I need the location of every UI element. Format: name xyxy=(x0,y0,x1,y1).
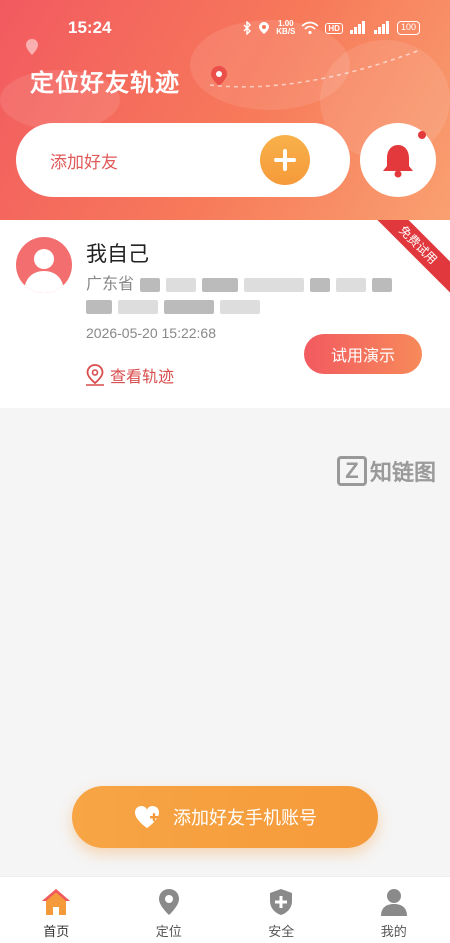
heart-plus-icon xyxy=(135,806,159,828)
plus-icon xyxy=(274,149,296,171)
redacted-block xyxy=(244,277,305,292)
tab-mine[interactable]: 我的 xyxy=(338,877,450,943)
trial-demo-button[interactable]: 试用演示 xyxy=(304,334,422,374)
add-phone-account-button[interactable]: 添加好友手机账号 xyxy=(72,786,378,848)
redacted-block xyxy=(86,299,112,314)
address-line xyxy=(86,296,260,315)
hd-badge: HD xyxy=(325,22,343,34)
view-track-label: 查看轨迹 xyxy=(110,367,175,386)
add-friend-label: 添加好友 xyxy=(50,152,118,173)
add-friend-button[interactable] xyxy=(260,135,310,185)
status-bar: 15:24 1.00 KB/S HD 100 xyxy=(0,0,450,56)
redacted-block xyxy=(118,299,158,314)
watermark-mark: Z xyxy=(337,456,367,486)
page-title: 定位好友轨迹 xyxy=(30,69,180,97)
redacted-block xyxy=(310,277,331,292)
view-track-link[interactable]: 查看轨迹 xyxy=(84,363,174,387)
person-icon xyxy=(24,249,64,293)
watermark-text: 知链图 xyxy=(370,461,437,486)
net-speed-unit: KB/S xyxy=(276,27,296,36)
redacted-block xyxy=(166,277,197,292)
battery-indicator: 100 xyxy=(396,21,420,35)
redacted-block xyxy=(220,299,260,314)
avatar xyxy=(16,237,72,293)
redacted-block xyxy=(140,277,161,292)
address-line: 广东省 xyxy=(86,270,393,294)
tab-home[interactable]: 首页 xyxy=(0,877,113,943)
bottom-tab-bar: 首页 定位 安全 我的 xyxy=(0,876,450,943)
signal-icon xyxy=(349,20,367,36)
redacted-block xyxy=(202,277,239,292)
status-icons: 1.00 KB/S HD 100 xyxy=(242,20,420,36)
location-pin-icon xyxy=(86,364,104,386)
location-pin-icon xyxy=(158,889,179,915)
tab-label: 安全 xyxy=(268,925,295,940)
notification-button[interactable] xyxy=(360,123,436,197)
person-icon xyxy=(380,889,407,916)
shield-icon xyxy=(270,889,293,915)
tab-safety[interactable]: 安全 xyxy=(225,877,338,943)
notification-dot xyxy=(418,131,426,139)
redacted-block xyxy=(164,299,214,314)
tab-label: 首页 xyxy=(43,925,70,940)
redacted-block xyxy=(372,277,393,292)
redacted-block xyxy=(336,277,367,292)
bell-icon xyxy=(383,145,413,178)
location-icon xyxy=(258,20,270,36)
watermark-logo: Z 知链图 xyxy=(337,455,436,487)
bluetooth-icon xyxy=(242,20,252,36)
location-timestamp: 2026-05-20 15:22:68 xyxy=(86,325,216,341)
friend-name: 我自己 xyxy=(86,242,149,266)
tab-label: 我的 xyxy=(380,925,407,940)
address-prefix: 广东省 xyxy=(86,274,135,293)
add-phone-account-label: 添加好友手机账号 xyxy=(173,808,317,829)
friend-card: 我自己 广东省 2026-05-20 15:22:68 查看轨迹 试用演示 免费… xyxy=(0,220,450,408)
wifi-icon xyxy=(301,20,319,36)
tab-label: 定位 xyxy=(155,925,182,940)
header: 15:24 1.00 KB/S HD 100 定位好友轨迹 添加好友 xyxy=(0,0,450,220)
tab-location[interactable]: 定位 xyxy=(113,877,226,943)
status-time: 15:24 xyxy=(68,18,112,37)
net-speed: 1.00 KB/S xyxy=(276,20,295,36)
signal-icon xyxy=(373,20,391,36)
home-icon xyxy=(42,889,71,915)
add-friend-bar[interactable]: 添加好友 xyxy=(16,123,350,197)
